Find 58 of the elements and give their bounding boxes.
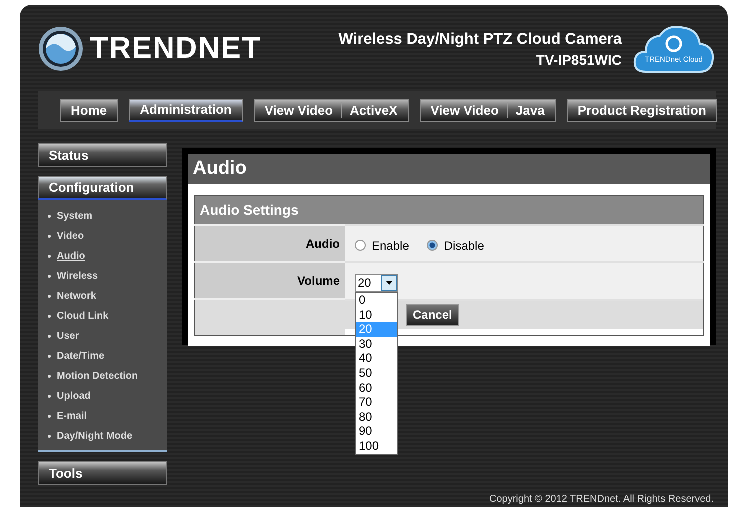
- sidebar-section[interactable]: Configuration: [38, 176, 167, 200]
- brand-name: TRENDNET: [90, 32, 262, 66]
- bullet-icon: [48, 254, 51, 258]
- dropdown-option[interactable]: 0: [356, 293, 397, 308]
- bullet-icon: [48, 294, 51, 298]
- volume-dropdown[interactable]: 20: [355, 274, 398, 292]
- field-label: Audio: [306, 237, 340, 251]
- nav-tab[interactable]: View Video ActiveX: [254, 98, 409, 122]
- submenu-item[interactable]: Date/Time: [57, 350, 105, 362]
- submenu-item[interactable]: E-mail: [57, 410, 88, 422]
- logo-icon: [38, 26, 84, 72]
- caret-icon: [386, 281, 392, 285]
- submenu-item[interactable]: Motion Detection: [57, 370, 138, 382]
- dropdown-option[interactable]: 40: [356, 351, 397, 366]
- section-title: Audio Settings: [194, 196, 704, 225]
- bullet-icon: [48, 394, 51, 398]
- nav-tab[interactable]: Administration: [129, 98, 243, 122]
- submenu-item[interactable]: Wireless: [57, 270, 98, 282]
- dropdown-option[interactable]: 90: [356, 424, 397, 439]
- field-label: Volume: [298, 274, 340, 288]
- submenu-item[interactable]: Day/Night Mode: [57, 430, 133, 442]
- bullet-icon: [48, 414, 51, 418]
- radio-button[interactable]: [355, 240, 366, 252]
- nav-tab[interactable]: Home: [60, 98, 118, 122]
- cancel-button[interactable]: Cancel: [406, 304, 460, 326]
- bullet-icon: [48, 234, 51, 238]
- bullet-icon: [48, 434, 51, 438]
- sidebar-section[interactable]: Tools: [38, 461, 167, 485]
- copyright-text: Copyright © 2012 TRENDnet. All Rights Reserved.: [489, 494, 714, 505]
- dropdown-option[interactable]: 100: [356, 438, 397, 454]
- bullet-icon: [48, 354, 51, 358]
- radio-label[interactable]: Enable: [372, 238, 410, 253]
- submenu-item[interactable]: System: [57, 210, 93, 222]
- submenu-item[interactable]: Audio: [57, 250, 86, 262]
- nav-tab[interactable]: View Video Java: [420, 98, 556, 122]
- submenu-item[interactable]: Upload: [57, 390, 91, 402]
- submenu-item[interactable]: User: [57, 330, 80, 342]
- dropdown-option[interactable]: 30: [356, 336, 397, 352]
- bullet-icon: [48, 334, 51, 338]
- bullet-icon: [48, 274, 51, 278]
- submenu-item[interactable]: Video: [57, 230, 84, 242]
- submenu-item[interactable]: Network: [57, 290, 96, 302]
- nav-tab[interactable]: Product Registration: [566, 98, 718, 122]
- bullet-icon: [48, 214, 51, 218]
- product-title: Wireless Day/Night PTZ Cloud Camera: [338, 30, 622, 48]
- dropdown-option[interactable]: 50: [356, 366, 397, 381]
- bullet-icon: [48, 374, 51, 378]
- model-number: TV-IP851WIC: [535, 52, 622, 68]
- dropdown-option[interactable]: 60: [356, 380, 397, 396]
- dropdown-option[interactable]: 10: [356, 308, 397, 322]
- radio-button[interactable]: [427, 240, 438, 252]
- sidebar-section[interactable]: Status: [38, 143, 167, 167]
- dropdown-option[interactable]: 70: [356, 395, 397, 410]
- bullet-icon: [48, 314, 51, 318]
- dropdown-option[interactable]: 80: [356, 410, 397, 424]
- submenu-item[interactable]: Cloud Link: [57, 310, 109, 322]
- radio-label[interactable]: Disable: [444, 238, 484, 253]
- page-title: Audio: [188, 154, 710, 184]
